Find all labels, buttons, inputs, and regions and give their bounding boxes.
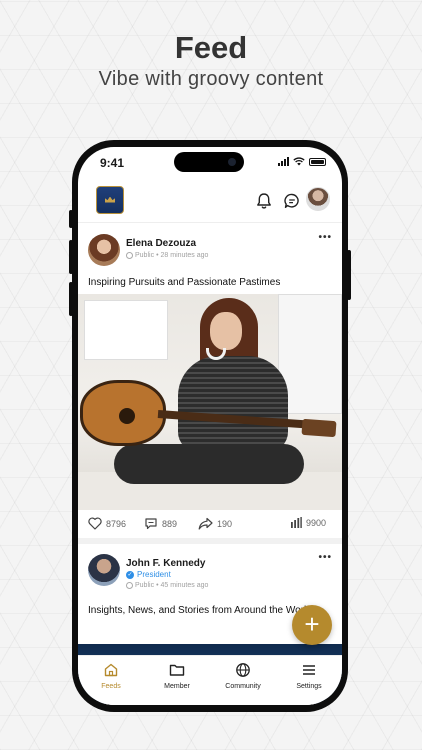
phone-frame: 9:41 Elena Dezouza Public • 28 minutes a… [69, 140, 351, 712]
share-button[interactable]: 190 [198, 517, 232, 530]
comment-button[interactable]: 889 [144, 517, 177, 530]
camera-icon [228, 158, 236, 166]
phone-volume-down [69, 282, 73, 316]
post-title[interactable]: Inspiring Pursuits and Passionate Pastim… [88, 276, 332, 290]
bar-chart-icon [291, 517, 302, 528]
share-count: 190 [217, 518, 233, 529]
nav-label: Settings [296, 683, 322, 690]
person-legs [114, 444, 304, 484]
battery-icon [309, 157, 326, 166]
author-name[interactable]: Elena Dezouza [126, 238, 196, 249]
bottom-nav: Feeds Member Community Settings [78, 655, 342, 705]
author-avatar[interactable] [88, 234, 120, 266]
nav-label: Feeds [101, 683, 121, 690]
author-role: ✓ President [126, 570, 171, 579]
guitar-head [301, 418, 337, 438]
globe-icon [126, 252, 133, 259]
post-card: Elena Dezouza Public • 28 minutes ago ••… [78, 224, 342, 544]
post-meta: Public • 45 minutes ago [126, 582, 208, 589]
menu-icon [303, 665, 315, 675]
nav-label: Community [225, 683, 261, 690]
like-button[interactable]: 8796 [88, 517, 126, 530]
guitar-figure [80, 380, 166, 446]
status-bar: 9:41 [78, 147, 342, 177]
phone-mute-button [69, 210, 73, 228]
author-name[interactable]: John F. Kennedy [126, 558, 205, 569]
nav-label: Member [164, 683, 190, 690]
app-logo[interactable] [96, 186, 124, 214]
wifi-icon [293, 157, 305, 166]
status-time: 9:41 [100, 156, 125, 170]
comment-count: 889 [162, 518, 178, 529]
crest-icon [105, 196, 115, 203]
chat-icon[interactable] [282, 191, 302, 211]
nav-item-member[interactable]: Member [144, 656, 210, 705]
nav-item-community[interactable]: Community [210, 656, 276, 705]
status-icons [278, 157, 326, 166]
globe-icon [126, 582, 133, 589]
signal-icon [278, 157, 289, 166]
app-header [78, 183, 342, 223]
phone-power-button [347, 250, 351, 300]
views-count: 9900 [306, 517, 327, 528]
comment-icon [145, 518, 157, 530]
post-image[interactable] [78, 294, 342, 510]
home-icon [104, 663, 118, 677]
nav-item-feeds[interactable]: Feeds [78, 656, 144, 705]
more-options-icon[interactable]: ••• [318, 232, 332, 243]
like-count: 8796 [106, 518, 127, 529]
app-screen: 9:41 Elena Dezouza Public • 28 minutes a… [78, 147, 342, 705]
meta-separator: • [156, 582, 159, 589]
meta-separator: • [156, 252, 159, 259]
globe-icon [236, 663, 250, 677]
bell-icon[interactable] [254, 191, 274, 211]
author-role-label: President [137, 570, 171, 579]
folder-icon [169, 664, 185, 676]
promo-headline: Feed [174, 30, 248, 65]
post-time: 45 minutes ago [160, 582, 209, 589]
share-icon [198, 517, 213, 530]
heart-icon [88, 517, 102, 530]
promo-subheadline: Vibe with groovy content [98, 68, 324, 90]
post-meta: Public • 28 minutes ago [126, 252, 208, 259]
post-visibility: Public [135, 582, 155, 589]
post-actions: 8796 889 190 9900 [78, 512, 342, 538]
verified-badge-icon: ✓ [126, 570, 134, 579]
dynamic-island [174, 152, 244, 172]
person-face [210, 312, 242, 350]
post-time: 28 minutes ago [160, 252, 209, 259]
shelf-decor [84, 300, 168, 360]
nav-item-settings[interactable]: Settings [276, 656, 342, 705]
more-options-icon[interactable]: ••• [318, 552, 332, 563]
person-body [178, 356, 288, 452]
phone-volume-up [69, 240, 73, 274]
profile-avatar[interactable] [306, 187, 330, 211]
post-visibility: Public [135, 252, 155, 259]
create-post-button[interactable]: + [292, 605, 332, 645]
views-stat: 9900 [290, 517, 326, 528]
author-avatar[interactable] [88, 554, 120, 586]
